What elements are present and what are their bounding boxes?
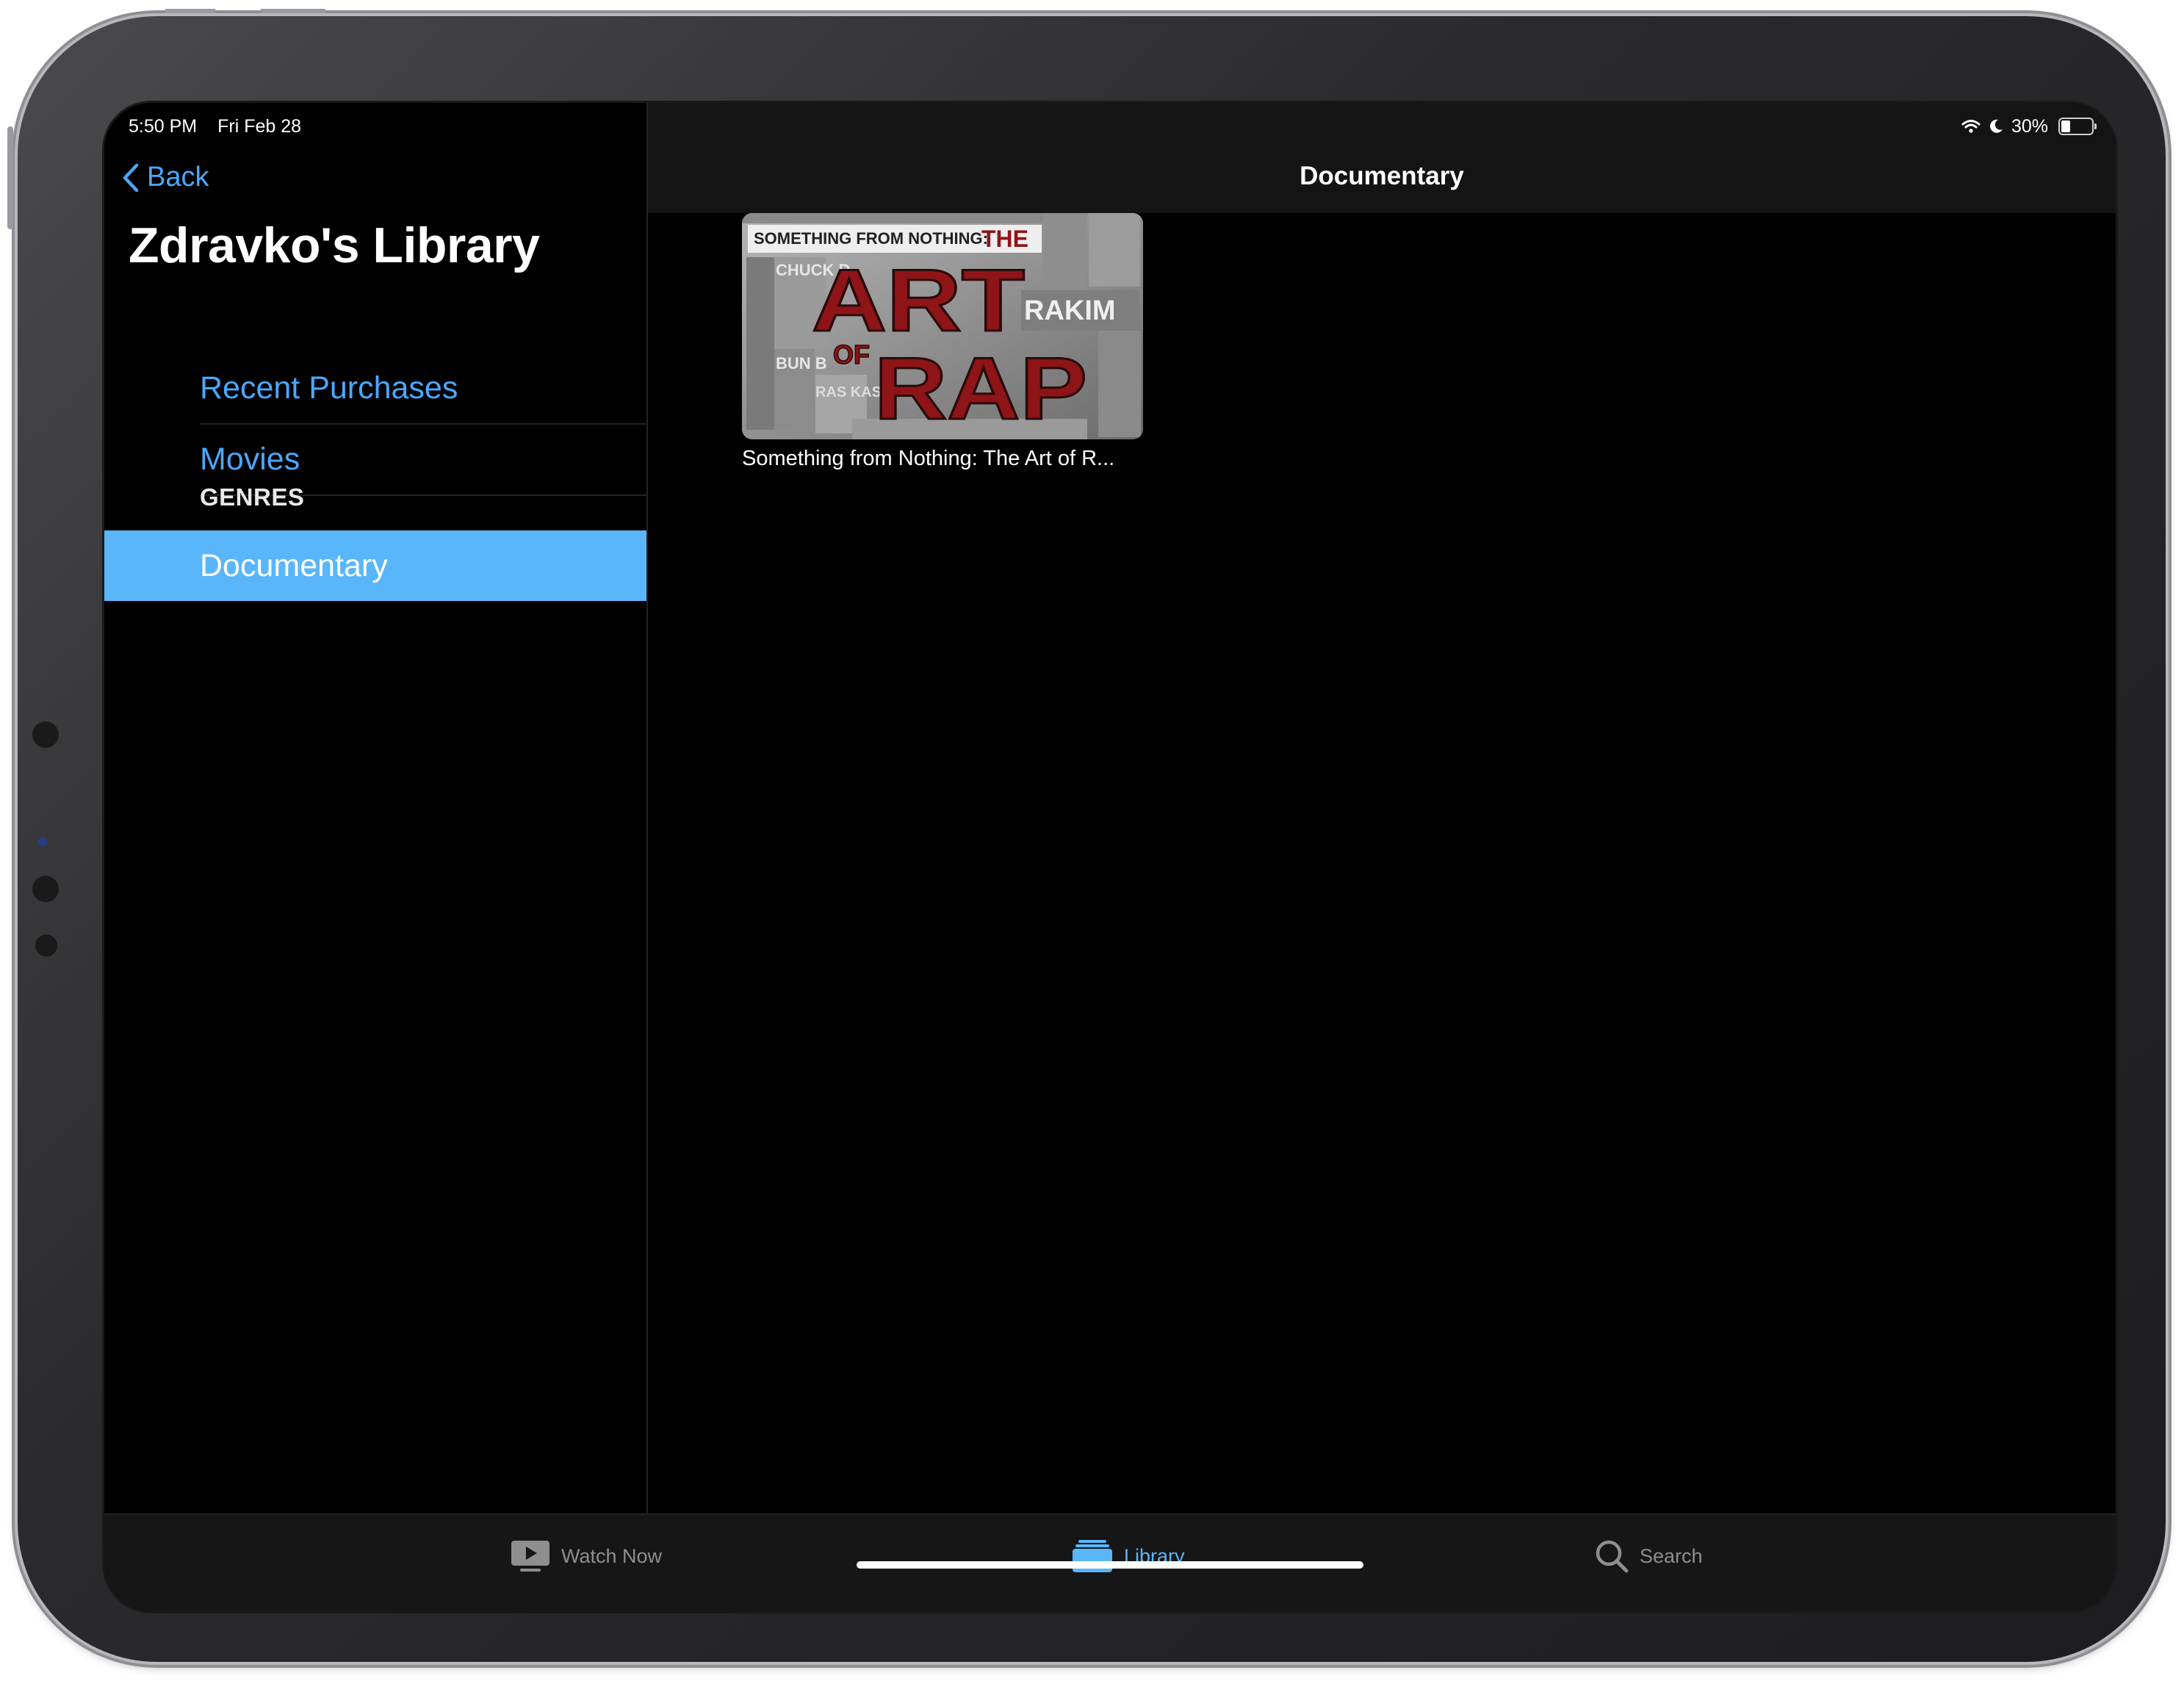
sensor-dot xyxy=(32,876,59,902)
movie-poster[interactable]: SOMETHING FROM NOTHING: THE CHUCK D RAKI… xyxy=(742,213,1143,439)
screen: 5:50 PM Fri Feb 28 Back Zdravko's Librar… xyxy=(104,103,2116,1611)
genres-section-header: GENRES xyxy=(200,483,305,511)
home-indicator[interactable] xyxy=(857,1561,1363,1569)
poster-name: RAKIM xyxy=(1024,295,1116,326)
tab-search[interactable]: Search xyxy=(1594,1536,1703,1577)
battery-icon xyxy=(2058,118,2097,135)
status-time: 5:50 PM xyxy=(129,115,198,137)
content-navbar: 30% Documentary xyxy=(648,103,2116,213)
top-button-right xyxy=(260,9,326,13)
poster-artwork: SOMETHING FROM NOTHING: THE CHUCK D RAKI… xyxy=(742,213,1143,439)
sidebar-item-label: Documentary xyxy=(200,547,388,583)
back-button[interactable]: Back xyxy=(122,162,209,193)
magnifier-icon xyxy=(1596,1540,1629,1573)
back-label: Back xyxy=(147,162,209,192)
tab-label: Watch Now xyxy=(561,1544,663,1567)
poster-word-of: OF xyxy=(833,339,870,370)
tab-watch-now[interactable]: Watch Now xyxy=(510,1536,662,1577)
poster-word-the: THE xyxy=(981,226,1028,252)
sidebar-item-label: Recent Purchases xyxy=(200,370,458,406)
library-title: Zdravko's Library xyxy=(129,217,540,273)
volume-button xyxy=(7,126,13,229)
status-date: Fri Feb 28 xyxy=(217,115,302,137)
ipad-frame: 5:50 PM Fri Feb 28 Back Zdravko's Librar… xyxy=(7,9,2166,1662)
status-bar-left: 5:50 PM Fri Feb 28 xyxy=(129,112,301,141)
chevron-left-icon xyxy=(123,163,139,192)
sidebar-item-label: Movies xyxy=(200,441,300,477)
wifi-icon xyxy=(1961,120,1981,133)
tab-label: Search xyxy=(1640,1544,1703,1567)
content-pane: 30% Documentary SOMETHING FROM NOTHING: … xyxy=(648,103,2116,1513)
poster-word-art: ART xyxy=(812,251,1025,350)
sidebar: 5:50 PM Fri Feb 28 Back Zdravko's Librar… xyxy=(104,103,648,1513)
poster-word-rap: RAP xyxy=(874,339,1087,438)
top-button-left xyxy=(165,9,216,13)
sensor-dot xyxy=(35,935,57,957)
battery-percent: 30% xyxy=(2011,115,2048,137)
play-tv-icon xyxy=(511,1541,549,1572)
tab-library[interactable]: Library xyxy=(1071,1536,1185,1577)
sidebar-item-recent-purchases[interactable]: Recent Purchases xyxy=(200,353,646,425)
sensor-dot xyxy=(32,721,59,748)
camera-dot xyxy=(38,838,47,846)
movie-title[interactable]: Something from Nothing: The Art of R... xyxy=(742,447,1153,471)
content-title: Documentary xyxy=(1300,162,1464,190)
moon-icon xyxy=(1990,119,2003,133)
status-bar-right: 30% xyxy=(1961,112,2097,141)
poster-name: BUN B xyxy=(776,354,827,372)
sidebar-item-documentary[interactable]: Documentary xyxy=(104,530,646,601)
poster-tagline: SOMETHING FROM NOTHING: xyxy=(754,229,988,248)
